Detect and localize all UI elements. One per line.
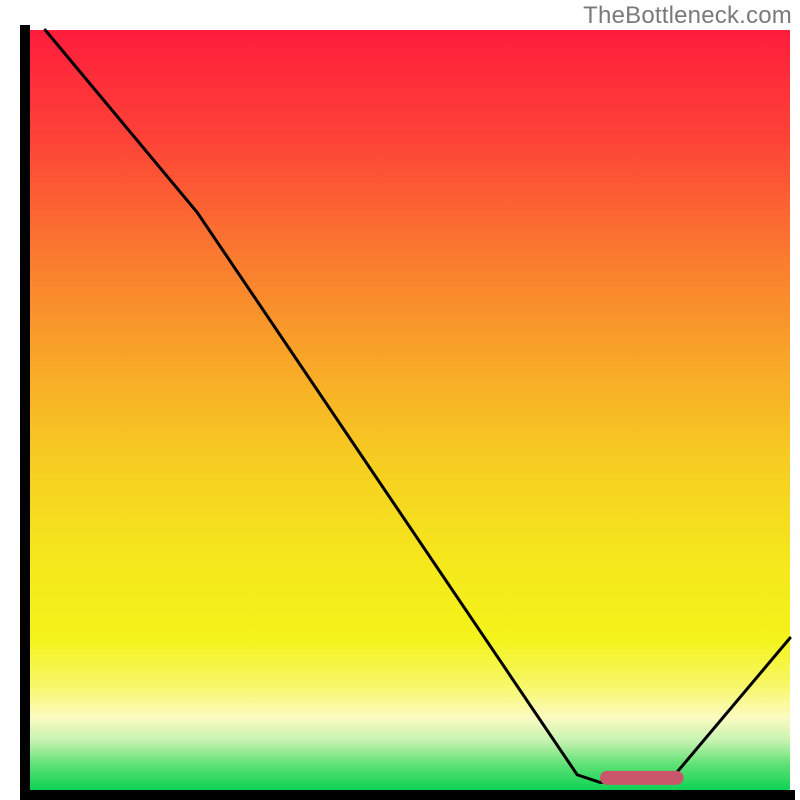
bottleneck-chart xyxy=(0,0,800,800)
y-axis xyxy=(20,25,30,800)
x-axis xyxy=(20,790,795,800)
chart-background-gradient xyxy=(30,30,790,790)
optimal-range-marker xyxy=(600,771,684,785)
chart-frame: TheBottleneck.com xyxy=(0,0,800,800)
watermark-text: TheBottleneck.com xyxy=(583,2,792,30)
